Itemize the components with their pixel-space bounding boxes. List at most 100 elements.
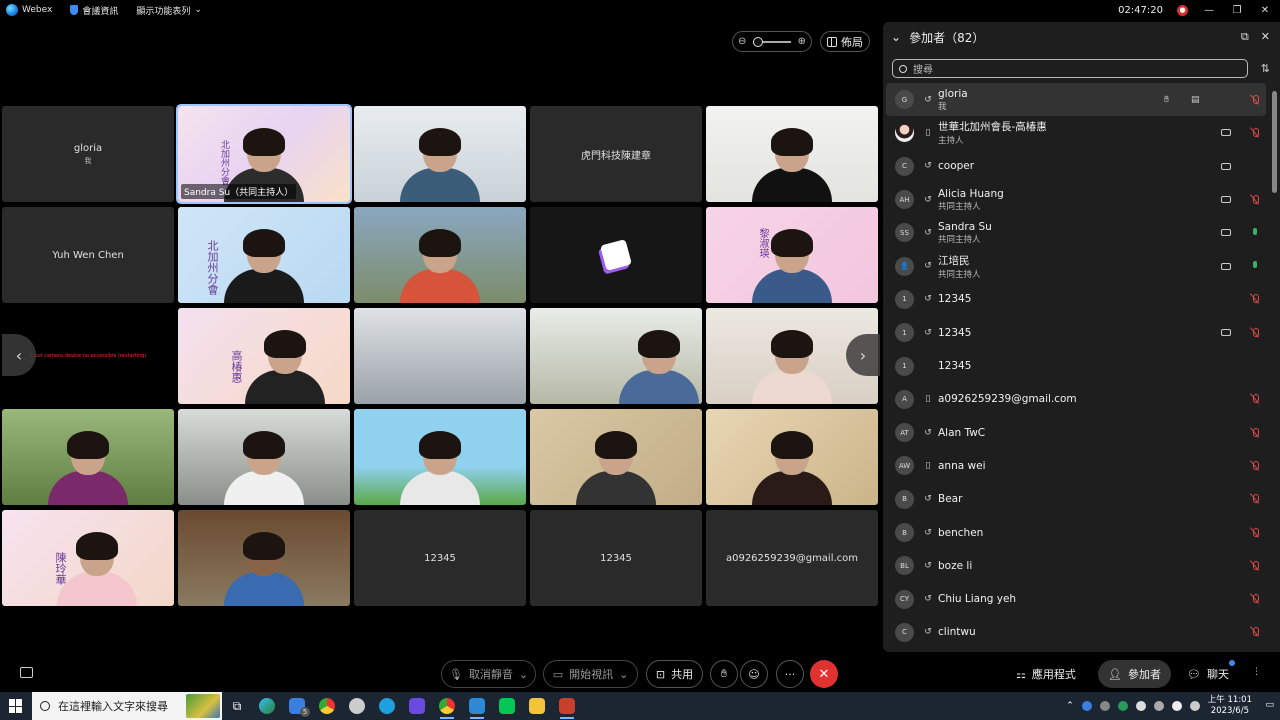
participant-row[interactable]: C ↺ clintwu bbox=[886, 616, 1266, 649]
participant-row[interactable]: CY ↺ Chiu Liang yeh bbox=[886, 582, 1266, 615]
mic-on-icon[interactable] bbox=[1250, 260, 1260, 272]
video-tile[interactable] bbox=[530, 207, 702, 303]
mic-muted-icon[interactable] bbox=[1250, 593, 1260, 605]
participant-row[interactable]: 1 ↺ 12345 bbox=[886, 316, 1266, 349]
next-page-button[interactable]: › bbox=[846, 334, 880, 376]
mic-muted-icon[interactable] bbox=[1250, 626, 1260, 638]
chevron-up-icon[interactable]: ⌃ bbox=[1066, 701, 1074, 711]
video-tile[interactable]: 高椿惠 bbox=[178, 308, 350, 404]
close-button[interactable]: ✕ bbox=[1258, 5, 1272, 16]
taskbar-line[interactable] bbox=[492, 692, 522, 720]
mic-muted-icon[interactable] bbox=[1250, 194, 1260, 206]
participant-row[interactable]: 👤 ↺ 江培民 共同主持人 bbox=[886, 249, 1266, 282]
participant-row[interactable]: AW ▯ anna wei bbox=[886, 449, 1266, 482]
volume-icon[interactable] bbox=[1189, 701, 1200, 711]
leave-meeting-button[interactable]: ✕ bbox=[810, 660, 838, 688]
zoom-slider-knob[interactable] bbox=[753, 36, 763, 47]
mic-muted-icon[interactable] bbox=[1250, 94, 1260, 106]
video-tile[interactable] bbox=[354, 106, 526, 202]
share-button[interactable]: ⊡ 共用 bbox=[646, 660, 703, 688]
mic-muted-icon[interactable] bbox=[1250, 293, 1260, 305]
participant-list-scrollbar[interactable] bbox=[1272, 83, 1277, 663]
video-tile[interactable] bbox=[706, 409, 878, 505]
mic-muted-icon[interactable] bbox=[1250, 127, 1260, 139]
more-panel-icon[interactable]: ⋮ bbox=[1252, 667, 1261, 677]
mic-muted-icon[interactable] bbox=[1250, 460, 1260, 472]
mic-muted-icon[interactable] bbox=[1250, 527, 1260, 539]
taskbar-ie[interactable] bbox=[372, 692, 402, 720]
video-tile[interactable] bbox=[354, 308, 526, 404]
video-tile[interactable]: Yuh Wen Chen bbox=[2, 207, 174, 303]
participant-row[interactable]: ▯ 世華北加州會長-高椿惠 主持人 bbox=[886, 116, 1266, 149]
participant-row[interactable]: SS ↺ Sandra Su 共同主持人 bbox=[886, 216, 1266, 249]
menu-bar-toggle[interactable]: 顯示功能表列 ⌄ bbox=[136, 4, 202, 17]
mic-muted-icon[interactable] bbox=[1250, 393, 1260, 405]
participant-search-input[interactable]: 搜尋 bbox=[892, 59, 1248, 78]
participant-row[interactable]: C ↺ cooper bbox=[886, 150, 1266, 183]
video-tile[interactable]: 虎門科技陳建章 bbox=[530, 106, 702, 202]
notification-icon[interactable]: ▭ bbox=[1265, 700, 1274, 710]
taskbar-webex[interactable] bbox=[462, 692, 492, 720]
video-tile[interactable]: 北加州分會 bbox=[178, 207, 350, 303]
minimize-button[interactable]: — bbox=[1202, 5, 1216, 16]
apps-button[interactable]: ⚏ 應用程式 bbox=[1006, 660, 1086, 688]
raise-hand-icon[interactable]: ✋︎ bbox=[1164, 95, 1169, 105]
participant-row[interactable]: A ▯ a0926259239@gmail.com bbox=[886, 383, 1266, 416]
video-tile[interactable] bbox=[530, 409, 702, 505]
task-view-button[interactable]: ⧉ bbox=[222, 692, 252, 720]
collapse-chevron-icon[interactable]: ⌄ bbox=[891, 30, 901, 44]
taskbar-search-input[interactable]: 在這裡輸入文字來搜尋 bbox=[32, 692, 222, 720]
taskbar-mail[interactable]: 5 bbox=[282, 692, 312, 720]
taskbar-chrome[interactable] bbox=[312, 692, 342, 720]
participant-row[interactable]: B ↺ benchen bbox=[886, 516, 1266, 549]
video-tile[interactable] bbox=[706, 106, 878, 202]
participant-row[interactable]: AH ↺ Alicia Huang 共同主持人 bbox=[886, 183, 1266, 216]
taskbar-edge[interactable] bbox=[252, 692, 282, 720]
taskbar-clock[interactable]: 上午 11:01 2023/6/5 bbox=[1208, 695, 1252, 717]
restore-button[interactable]: ❐ bbox=[1230, 5, 1244, 16]
video-tile[interactable]: 12345 bbox=[354, 510, 526, 606]
video-tile[interactable]: 黎淑瑛 bbox=[706, 207, 878, 303]
close-panel-icon[interactable]: ✕ bbox=[1261, 30, 1270, 44]
windows-start-button[interactable] bbox=[0, 692, 32, 720]
more-options-button[interactable]: ··· bbox=[776, 660, 804, 688]
layout-button[interactable]: 佈局 bbox=[820, 31, 870, 52]
video-tile[interactable] bbox=[530, 308, 702, 404]
taskbar-chrome-2[interactable] bbox=[432, 692, 462, 720]
video-tile[interactable]: 陳玲華 bbox=[2, 510, 174, 606]
participant-row[interactable]: 1 12345 bbox=[886, 349, 1266, 382]
video-tile[interactable] bbox=[354, 409, 526, 505]
taskbar-app[interactable] bbox=[342, 692, 372, 720]
tray-app-icon[interactable] bbox=[1099, 701, 1110, 711]
participants-button[interactable]: 👤︎ 參加者 bbox=[1098, 660, 1171, 688]
video-tile[interactable]: gloria 我 bbox=[2, 106, 174, 202]
participant-row[interactable]: B ↺ Bear bbox=[886, 483, 1266, 516]
tray-app-icon[interactable] bbox=[1117, 701, 1128, 711]
popout-icon[interactable]: ⧉ bbox=[1241, 30, 1249, 44]
reactions-button[interactable]: ☺ bbox=[740, 660, 768, 688]
tray-app-icon[interactable] bbox=[1081, 701, 1092, 711]
taskbar-app-purple[interactable] bbox=[402, 692, 432, 720]
mic-on-icon[interactable] bbox=[1250, 227, 1260, 239]
network-icon[interactable] bbox=[1171, 701, 1182, 711]
video-zoom-control[interactable]: ⊖ ⊕ bbox=[732, 31, 812, 52]
video-tile[interactable] bbox=[178, 409, 350, 505]
zoom-slider[interactable] bbox=[753, 36, 791, 47]
captions-icon[interactable]: ▤ bbox=[1191, 95, 1200, 105]
participant-row[interactable]: G ↺ gloria 我 ✋︎ ▤ bbox=[886, 83, 1266, 117]
zoom-out-icon[interactable]: ⊖ bbox=[738, 36, 746, 47]
tray-app-icon[interactable] bbox=[1153, 701, 1164, 711]
video-tile[interactable] bbox=[354, 207, 526, 303]
tray-app-icon[interactable] bbox=[1135, 701, 1146, 711]
participant-row[interactable]: BL ↺ boze li bbox=[886, 549, 1266, 582]
start-video-button[interactable]: ▭ 開始視訊 ⌄ bbox=[543, 660, 638, 688]
participant-row[interactable]: 1 ↺ 12345 bbox=[886, 283, 1266, 316]
participant-row[interactable]: AT ↺ Alan TwC bbox=[886, 416, 1266, 449]
taskbar-powerpoint[interactable] bbox=[552, 692, 582, 720]
zoom-in-icon[interactable]: ⊕ bbox=[798, 36, 806, 47]
mic-muted-icon[interactable] bbox=[1250, 560, 1260, 572]
captions-icon[interactable] bbox=[20, 667, 33, 678]
mic-muted-icon[interactable] bbox=[1250, 493, 1260, 505]
meeting-info-button[interactable]: 會議資訊 bbox=[70, 4, 118, 17]
video-tile[interactable] bbox=[178, 510, 350, 606]
